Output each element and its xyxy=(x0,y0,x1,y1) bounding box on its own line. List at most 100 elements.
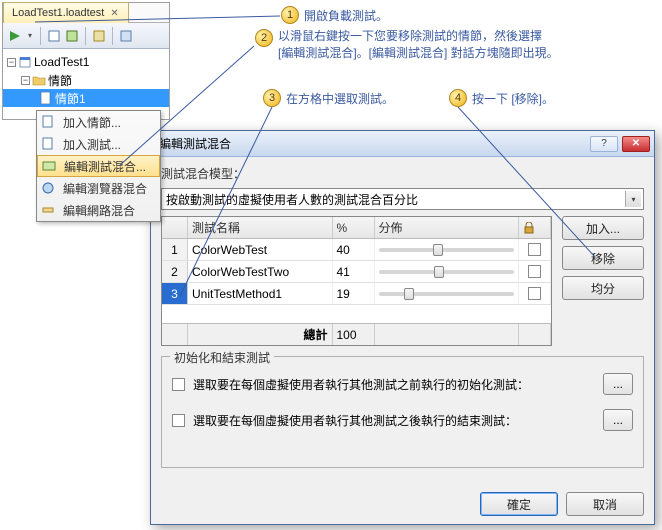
close-button[interactable]: ✕ xyxy=(622,136,650,152)
dialog-side-buttons: 加入... 移除 均分 xyxy=(562,216,644,300)
run-dropdown-icon[interactable]: ▾ xyxy=(25,28,35,44)
edit-test-mix-dialog: 編輯測試混合 ? ✕ 測試混合模型： 按啟動測試的虛擬使用者人數的測試混合百分比… xyxy=(150,130,655,525)
grid-header: 測試名稱 % 分佈 xyxy=(162,217,551,239)
load-test-explorer-panel: LoadTest1.loadtest ✕ ▾ − LoadTest1 xyxy=(2,2,170,120)
run-icon[interactable] xyxy=(7,28,23,44)
cell-name[interactable]: ColorWebTestTwo xyxy=(188,261,333,282)
tree-root-label: LoadTest1 xyxy=(34,55,89,69)
tab-label: LoadTest1.loadtest xyxy=(12,7,104,19)
loadtest-icon xyxy=(18,55,32,69)
tree-situation[interactable]: − 情節 xyxy=(3,71,169,89)
model-label: 測試混合模型： xyxy=(161,165,644,182)
network-icon xyxy=(39,201,57,219)
col-pct: % xyxy=(333,217,375,238)
tree-situation1-label: 情節1 xyxy=(55,90,86,107)
explorer-toolbar: ▾ xyxy=(3,23,169,49)
cell-name[interactable]: UnitTestMethod1 xyxy=(188,283,333,304)
cell-lock[interactable] xyxy=(519,261,551,282)
cell-pct[interactable]: 41 xyxy=(333,261,375,282)
callout-2b: [編輯測試混合]。[編輯測試混合] 對話方塊隨即出現。 xyxy=(278,46,559,60)
collapse-icon[interactable]: − xyxy=(21,76,30,85)
row-number[interactable]: 2 xyxy=(162,261,188,282)
cell-pct[interactable]: 19 xyxy=(333,283,375,304)
row-number[interactable]: 1 xyxy=(162,239,188,260)
cell-lock[interactable] xyxy=(519,283,551,304)
cell-pct[interactable]: 40 xyxy=(333,239,375,260)
cell-lock[interactable] xyxy=(519,239,551,260)
end-label: 選取要在每個虛擬使用者執行其他測試之後執行的結束測試： xyxy=(193,412,517,429)
cell-slider[interactable] xyxy=(375,239,520,260)
settings-icon[interactable] xyxy=(118,28,134,44)
lock-icon xyxy=(523,222,535,234)
cell-name[interactable]: ColorWebTest xyxy=(188,239,333,260)
collapse-icon[interactable]: − xyxy=(7,58,16,67)
end-test-line: 選取要在每個虛擬使用者執行其他測試之後執行的結束測試： ... xyxy=(172,409,633,431)
add-button[interactable]: 加入... xyxy=(562,216,644,240)
model-value: 按啟動測試的虛擬使用者人數的測試混合百分比 xyxy=(166,191,418,208)
dialog-title-bar[interactable]: 編輯測試混合 ? ✕ xyxy=(151,131,654,157)
tree-situation1[interactable]: 情節1 xyxy=(3,89,169,107)
toolbar-separator xyxy=(85,27,86,45)
callout-badge-4: 4 xyxy=(449,89,467,107)
menu-add-situation[interactable]: 加入情節... xyxy=(37,111,160,133)
callout-text-3: 在方格中選取測試。 xyxy=(286,91,394,108)
menu-label: 加入情節... xyxy=(63,114,121,131)
group-title: 初始化和結束測試 xyxy=(170,349,274,366)
help-button[interactable]: ? xyxy=(590,136,618,152)
checkbox[interactable] xyxy=(528,243,541,256)
page-icon xyxy=(39,113,57,131)
col-lock xyxy=(519,217,551,238)
col-blank xyxy=(162,217,188,238)
cancel-button[interactable]: 取消 xyxy=(566,492,644,516)
tab-loadtest-file[interactable]: LoadTest1.loadtest ✕ xyxy=(3,2,129,23)
new-icon[interactable] xyxy=(46,28,62,44)
grid-total-row: 總計 100 xyxy=(162,323,551,345)
total-label: 總計 xyxy=(188,324,333,345)
folder-icon xyxy=(32,73,46,87)
callout-text-4: 按一下 [移除]。 xyxy=(472,91,554,108)
page-icon xyxy=(39,91,53,105)
model-combobox[interactable]: 按啟動測試的虛擬使用者人數的測試混合百分比 ▾ xyxy=(161,188,644,210)
menu-edit-network-mix[interactable]: 編輯網路混合 xyxy=(37,199,160,221)
checkbox[interactable] xyxy=(528,265,541,278)
browser-icon xyxy=(39,179,57,197)
context-menu: 加入情節... 加入測試... 編輯測試混合... 編輯瀏覽器混合 編輯網路混合 xyxy=(36,110,161,222)
callout-text-2: 以滑鼠右鍵按一下您要移除測試的情節，然後選擇 [編輯測試混合]。[編輯測試混合]… xyxy=(278,28,618,62)
callout-badge-1: 1 xyxy=(281,6,299,24)
toolbar-separator xyxy=(40,27,41,45)
grid-row[interactable]: 1 ColorWebTest 40 xyxy=(162,239,551,261)
remove-button[interactable]: 移除 xyxy=(562,246,644,270)
menu-label: 加入測試... xyxy=(63,136,121,153)
browse-init-button[interactable]: ... xyxy=(603,373,633,395)
init-checkbox[interactable] xyxy=(172,378,185,391)
callout-2a: 以滑鼠右鍵按一下您要移除測試的情節，然後選擇 xyxy=(278,29,542,43)
menu-edit-test-mix[interactable]: 編輯測試混合... xyxy=(37,155,160,177)
row-number[interactable]: 3 xyxy=(162,283,188,304)
refresh-icon[interactable] xyxy=(91,28,107,44)
cell-slider[interactable] xyxy=(375,261,520,282)
menu-edit-browser-mix[interactable]: 編輯瀏覽器混合 xyxy=(37,177,160,199)
distribute-button[interactable]: 均分 xyxy=(562,276,644,300)
close-icon[interactable]: ✕ xyxy=(110,8,120,18)
script-icon[interactable] xyxy=(64,28,80,44)
edit-mix-icon xyxy=(40,157,58,175)
tree-view[interactable]: − LoadTest1 − 情節 情節1 xyxy=(3,49,169,119)
cell-slider[interactable] xyxy=(375,283,520,304)
dialog-footer: 確定 取消 xyxy=(161,486,644,516)
col-dist: 分佈 xyxy=(375,217,520,238)
test-mix-grid[interactable]: 測試名稱 % 分佈 1 ColorWebTest 40 2 ColorW xyxy=(161,216,552,346)
browse-end-button[interactable]: ... xyxy=(603,409,633,431)
ok-button[interactable]: 確定 xyxy=(480,492,558,516)
end-checkbox[interactable] xyxy=(172,414,185,427)
grid-row[interactable]: 3 UnitTestMethod1 19 xyxy=(162,283,551,305)
checkbox[interactable] xyxy=(528,287,541,300)
toolbar-separator xyxy=(112,27,113,45)
menu-label: 編輯網路混合 xyxy=(63,202,135,219)
chevron-down-icon[interactable]: ▾ xyxy=(625,191,641,207)
grid-row[interactable]: 2 ColorWebTestTwo 41 xyxy=(162,261,551,283)
tree-root[interactable]: − LoadTest1 xyxy=(3,53,169,71)
callout-badge-2: 2 xyxy=(255,29,273,47)
init-test-line: 選取要在每個虛擬使用者執行其他測試之前執行的初始化測試： ... xyxy=(172,373,633,395)
tree-situation-label: 情節 xyxy=(48,72,72,89)
menu-add-test[interactable]: 加入測試... xyxy=(37,133,160,155)
